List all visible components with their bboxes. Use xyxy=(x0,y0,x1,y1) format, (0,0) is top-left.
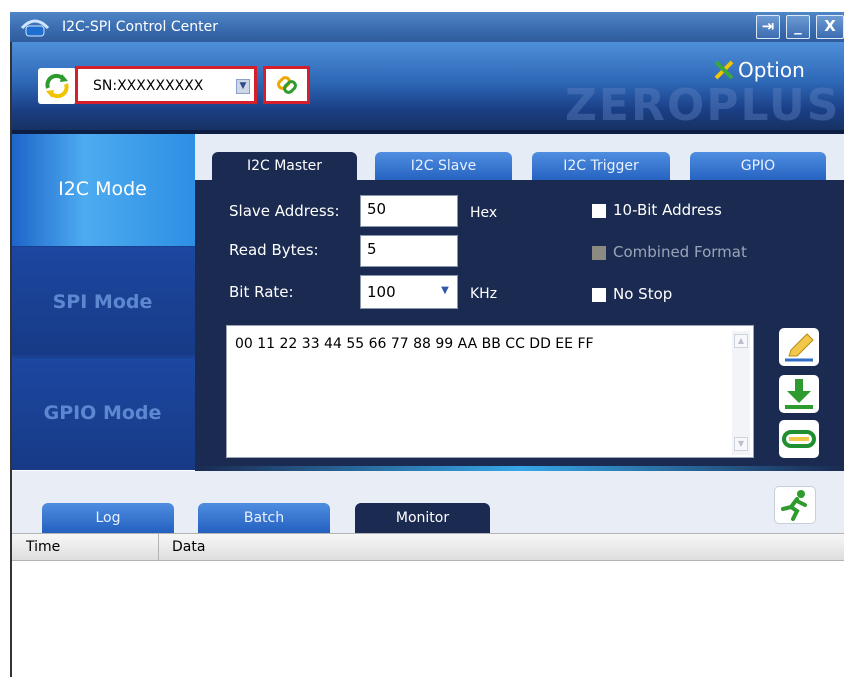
bit-rate-unit: KHz xyxy=(470,286,498,302)
slave-address-unit: Hex xyxy=(470,205,498,221)
column-divider[interactable] xyxy=(158,534,159,560)
restore-button[interactable]: ⇥ xyxy=(756,15,780,39)
connect-button[interactable] xyxy=(263,66,310,104)
tab-log[interactable]: Log xyxy=(42,503,174,533)
scroll-up-icon[interactable]: ▲ xyxy=(734,334,748,348)
refresh-button[interactable] xyxy=(38,68,76,104)
slave-address-label: Slave Address: xyxy=(229,202,340,220)
no-stop-checkbox[interactable] xyxy=(592,288,606,302)
tab-i2c-master[interactable]: I2C Master xyxy=(212,152,357,182)
read-bytes-input[interactable]: 5 xyxy=(360,235,458,267)
serial-number-value: SN:XXXXXXXXX xyxy=(93,78,204,94)
slave-address-input[interactable]: 50 xyxy=(360,195,458,227)
log-table-body xyxy=(10,561,844,677)
no-stop-label: No Stop xyxy=(613,285,673,303)
ten-bit-address-checkbox[interactable] xyxy=(592,204,606,218)
tab-gpio[interactable]: GPIO xyxy=(690,152,826,182)
run-button[interactable] xyxy=(774,486,816,524)
tools-icon[interactable] xyxy=(712,58,736,82)
edit-button[interactable] xyxy=(779,328,819,366)
ten-bit-address-label: 10-Bit Address xyxy=(613,201,722,219)
scroll-down-icon[interactable]: ▼ xyxy=(734,437,748,451)
chevron-down-icon[interactable]: ▼ xyxy=(438,285,452,299)
table-header xyxy=(10,533,844,561)
download-icon xyxy=(785,379,813,409)
column-header-time[interactable]: Time xyxy=(26,539,60,555)
window-edge xyxy=(10,42,12,677)
mode-spi[interactable]: SPI Mode xyxy=(10,247,195,355)
pencil-icon xyxy=(785,333,814,362)
minimize-button[interactable]: _ xyxy=(786,15,810,39)
refresh-icon xyxy=(45,73,69,99)
window-title: I2C-SPI Control Center xyxy=(62,19,218,35)
running-man-icon xyxy=(781,490,807,521)
tab-monitor[interactable]: Monitor xyxy=(355,503,490,533)
app-icon xyxy=(20,16,50,38)
download-button[interactable] xyxy=(779,375,819,413)
eraser-icon xyxy=(782,430,816,448)
tab-i2c-slave[interactable]: I2C Slave xyxy=(375,152,512,182)
tab-i2c-trigger[interactable]: I2C Trigger xyxy=(532,152,670,182)
bit-rate-label: Bit Rate: xyxy=(229,283,294,301)
bit-rate-value: 100 xyxy=(367,283,396,301)
mode-gpio[interactable]: GPIO Mode xyxy=(10,358,195,470)
clear-button[interactable] xyxy=(779,420,819,458)
column-header-data[interactable]: Data xyxy=(172,539,205,555)
option-button[interactable]: Option xyxy=(738,58,805,82)
combined-format-checkbox[interactable] xyxy=(592,246,606,260)
brand-logo: ZEROPLUS xyxy=(565,80,841,131)
read-bytes-label: Read Bytes: xyxy=(229,241,319,259)
chevron-down-icon[interactable]: ▼ xyxy=(236,79,250,94)
combined-format-label: Combined Format xyxy=(613,243,747,261)
mode-i2c[interactable]: I2C Mode xyxy=(10,134,195,246)
tab-batch[interactable]: Batch xyxy=(198,503,330,533)
data-textarea[interactable]: 00 11 22 33 44 55 66 77 88 99 AA BB CC D… xyxy=(226,325,754,458)
link-icon xyxy=(277,76,297,94)
close-button[interactable]: X xyxy=(816,15,844,39)
